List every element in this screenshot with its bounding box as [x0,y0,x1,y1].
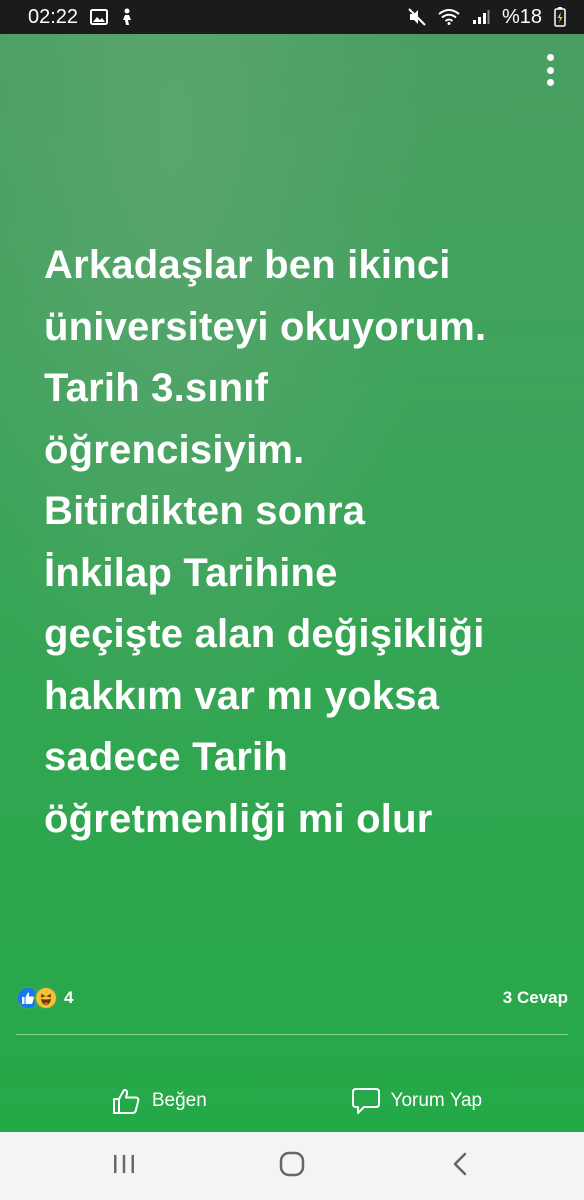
divider [16,1034,568,1035]
status-time: 02:22 [28,5,79,28]
comment-button[interactable]: Yorum Yap [351,1087,483,1115]
like-label: Beğen [151,1090,207,1111]
wifi-icon [438,9,460,25]
comment-label: Yorum Yap [390,1090,483,1111]
thumbs-up-icon [112,1087,142,1115]
dot-icon [546,66,554,74]
back-button[interactable] [430,1146,490,1186]
haha-reaction-icon [34,986,58,1010]
recent-apps-button[interactable] [94,1146,154,1186]
dot-icon [546,79,554,86]
battery-percentage: %18 [501,5,542,28]
reply-count-link[interactable]: 3 Cevap [503,988,568,1008]
status-left: 02:22 [28,6,134,29]
reaction-count: 4 [64,988,74,1007]
recent-apps-icon [112,1153,136,1180]
reactions-summary[interactable]: 4 [16,986,73,1010]
home-button[interactable] [262,1146,322,1186]
image-icon [90,9,109,25]
more-options-button[interactable] [538,50,562,90]
navigation-bar [0,1132,584,1200]
reactions-row: 4 3 Cevap [16,980,568,1016]
status-right: %18 [408,6,566,29]
status-bar: 02:22 %18 [0,0,584,34]
post-text: Arkadaşlar ben ikinci üniversiteyi okuyo… [44,243,487,841]
signal-icon [472,9,490,25]
like-button[interactable]: Beğen [112,1087,207,1115]
speech-bubble-icon [351,1087,381,1115]
battery-icon [554,7,566,27]
back-icon [452,1152,468,1181]
dot-icon [546,54,554,61]
person-walking-icon [120,8,134,26]
actions-row: Beğen Yorum Yap [0,1070,584,1132]
home-icon [279,1151,305,1182]
mute-icon [408,8,426,26]
